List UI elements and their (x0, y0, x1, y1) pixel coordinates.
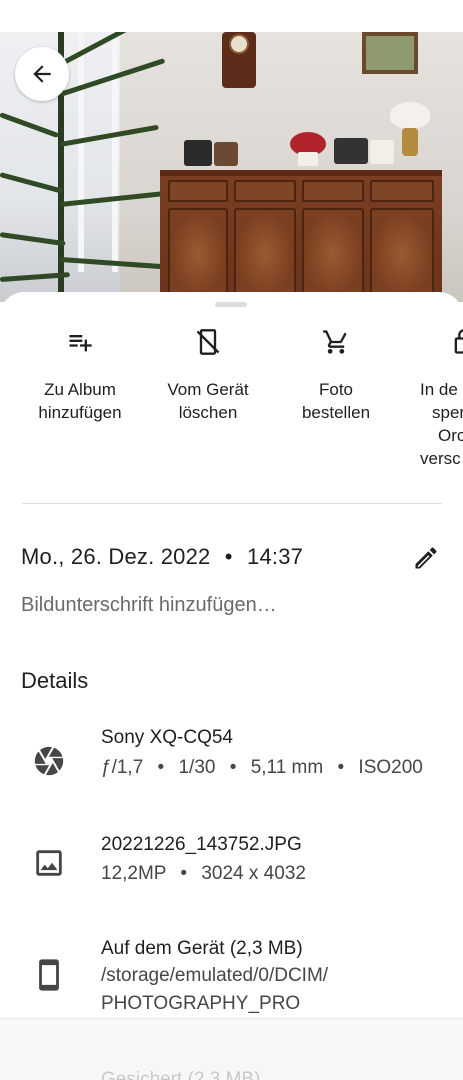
storage-detail: Auf dem Gerät (2,3 MB) /storage/emulated… (0, 938, 463, 1018)
divider (22, 503, 442, 504)
storage-path-line-1: /storage/emulated/0/DCIM/ (101, 965, 329, 986)
shopping-cart-icon (323, 330, 347, 354)
camera-aperture-icon (34, 746, 64, 776)
image-icon (36, 850, 62, 876)
caption-input[interactable]: Bildunterschrift hinzufügen… (21, 594, 277, 617)
order-photo-button[interactable]: Foto bestellen (271, 328, 401, 424)
backup-status-partial: Gesichert (2,3 MB) (101, 1069, 261, 1080)
order-photo-label: Foto bestellen (301, 380, 371, 422)
camera-settings: ƒ/1,7 • 1/30 • 5,11 mm • ISO200 (101, 757, 423, 778)
iso-value: ISO200 (358, 757, 423, 778)
time-text: 14:37 (247, 544, 304, 569)
resolution-value: 3024 x 4032 (201, 863, 306, 884)
delete-from-device-label: Vom Gerät löschen (167, 380, 249, 422)
playlist-add-icon (69, 335, 92, 352)
megapixels-value: 12,2MP (101, 863, 167, 884)
focal-length-value: 5,11 mm (250, 757, 324, 778)
shutter-value: 1/30 (178, 757, 216, 778)
camera-model: Sony XQ-CQ54 (101, 727, 233, 748)
separator-dot: • (224, 544, 233, 569)
storage-title: Auf dem Gerät (2,3 MB) (101, 938, 303, 959)
back-button[interactable] (15, 47, 69, 101)
details-heading: Details (21, 668, 89, 693)
move-to-locked-folder-label: In de sper Orc versc (420, 380, 463, 468)
camera-detail: Sony XQ-CQ54 ƒ/1,7 • 1/30 • 5,11 mm • IS… (0, 727, 463, 802)
aperture-value: ƒ/1,7 (101, 757, 144, 778)
photo-preview[interactable] (0, 32, 463, 302)
file-info: 12,2MP • 3024 x 4032 (101, 863, 306, 884)
move-to-locked-folder-button[interactable]: In de sper Orc versc (414, 328, 463, 470)
add-to-album-button[interactable]: Zu Album hinzufügen (15, 328, 145, 424)
edit-icon[interactable] (412, 544, 440, 572)
file-name: 20221226_143752.JPG (101, 834, 302, 855)
drag-handle[interactable] (215, 302, 247, 307)
storage-path-line-2: PHOTOGRAPHY_PRO (101, 993, 301, 1014)
phone-icon (39, 959, 59, 991)
arrow-back-icon (33, 65, 51, 83)
bottom-bar: Gesichert (2,3 MB) (0, 1018, 463, 1080)
date-time[interactable]: Mo., 26. Dez. 2022 • 14:37 (21, 544, 303, 570)
lock-icon (454, 329, 463, 354)
file-detail: 20221226_143752.JPG 12,2MP • 3024 x 4032 (0, 834, 463, 908)
status-bar (0, 0, 463, 32)
delete-from-device-button[interactable]: Vom Gerät löschen (143, 328, 273, 424)
details-sheet: Zu Album hinzufügen Vom Gerät löschen Fo… (0, 292, 463, 1018)
action-row: Zu Album hinzufügen Vom Gerät löschen Fo… (0, 328, 463, 478)
phone-delete-icon (196, 329, 220, 355)
date-text: Mo., 26. Dez. 2022 (21, 544, 211, 569)
add-to-album-label: Zu Album hinzufügen (38, 380, 122, 422)
